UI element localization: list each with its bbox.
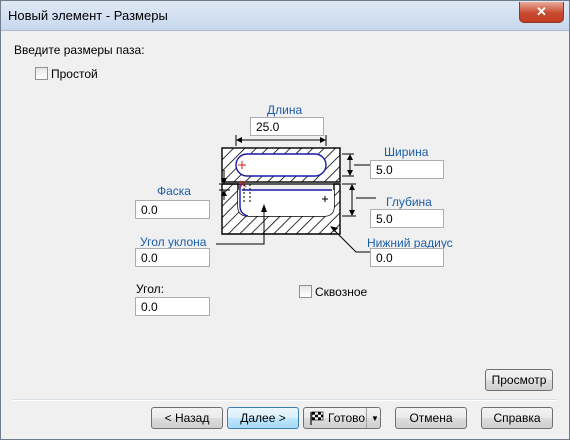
back-button[interactable]: < Назад [151,407,223,429]
chamfer-label: Фаска [157,184,191,198]
depth-label: Глубина [386,195,432,209]
through-checkbox-label[interactable]: Сквозное [315,285,367,299]
simple-checkbox[interactable] [35,67,48,80]
through-checkbox[interactable] [299,285,312,298]
top-view-slot [235,153,327,177]
help-button[interactable]: Справка [481,407,553,429]
window-title: Новый элемент - Размеры [8,8,168,23]
depth-input[interactable]: 5.0 [370,209,444,228]
angle-label: Угол: [136,282,164,296]
width-label: Ширина [384,145,429,159]
button-separator [13,399,557,401]
width-input[interactable]: 5.0 [370,160,444,179]
title-bar[interactable]: Новый элемент - Размеры ✕ [1,1,569,31]
cancel-button[interactable]: Отмена [395,407,467,429]
dropdown-arrow-icon[interactable]: ▼ [371,409,379,429]
dialog-content: Введите размеры паза: Простой Длина 25.0… [9,32,561,432]
chamfer-input[interactable]: 0.0 [135,200,210,219]
length-input[interactable]: 25.0 [250,117,324,136]
dialog-window: Новый элемент - Размеры ✕ Введите размер… [0,0,570,440]
draft-angle-label: Угол уклона [140,235,207,249]
checkered-flag-icon [310,411,324,425]
draft-angle-input[interactable]: 0.0 [135,248,210,267]
finish-button-label: Готово [328,411,366,425]
simple-checkbox-label[interactable]: Простой [51,67,98,81]
prompt-text: Введите размеры паза: [14,43,145,57]
bottom-radius-input[interactable]: 0.0 [370,248,444,267]
preview-button[interactable]: Просмотр [485,369,553,391]
length-label: Длина [267,103,303,117]
close-icon: ✕ [536,4,547,19]
close-button[interactable]: ✕ [519,2,564,23]
split-divider [366,408,367,428]
angle-input[interactable]: 0.0 [135,297,210,316]
next-button[interactable]: Далее > [227,407,299,429]
finish-button[interactable]: Готово ▼ [303,407,381,429]
